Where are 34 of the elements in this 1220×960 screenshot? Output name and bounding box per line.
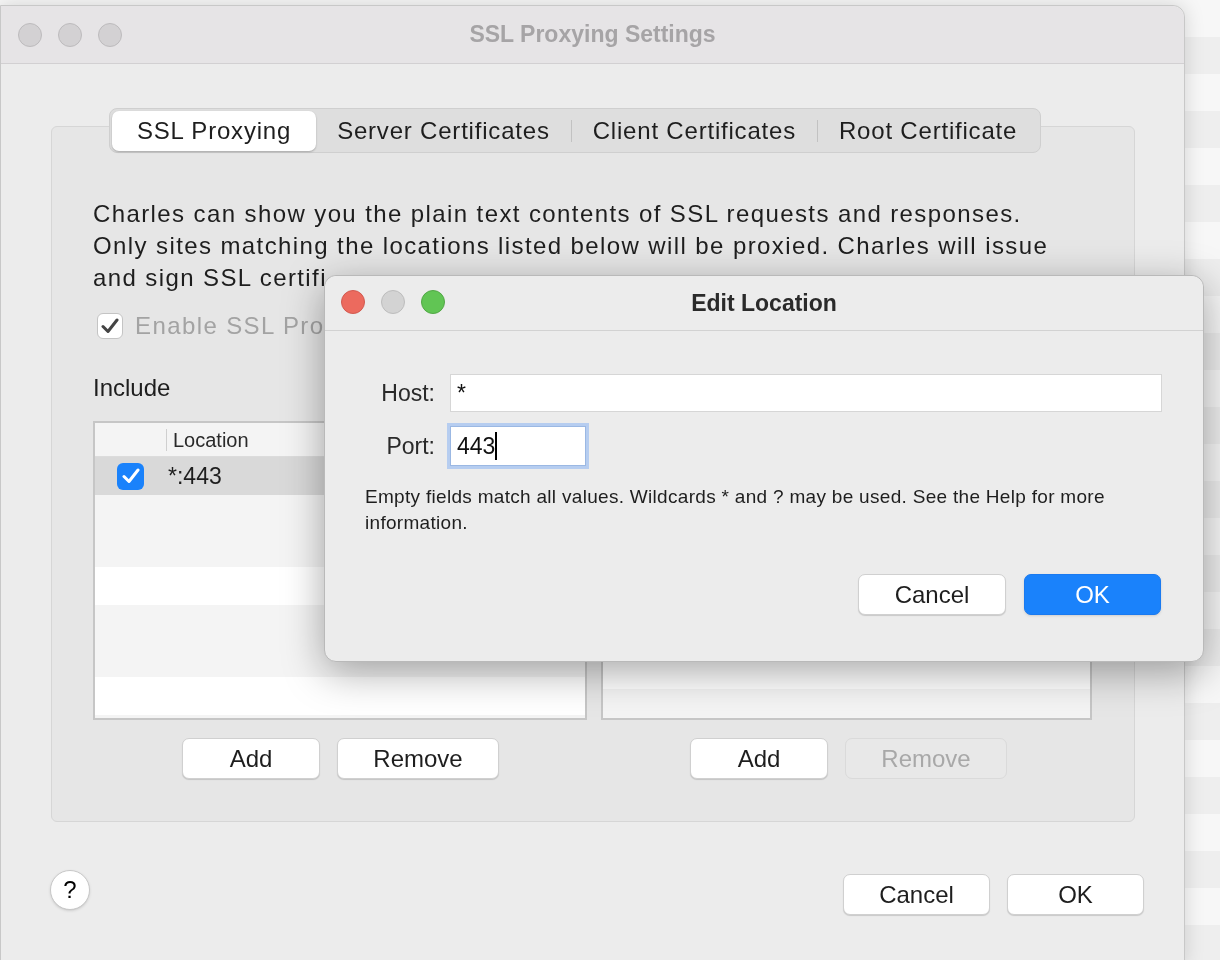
input-field[interactable]: *: [450, 374, 1162, 412]
help-button[interactable]: ?: [50, 870, 90, 910]
checkmark-icon: [121, 468, 140, 484]
input-field[interactable]: 443: [450, 426, 586, 466]
column-header[interactable]: Location: [173, 424, 249, 455]
dialog-button[interactable]: Add: [182, 738, 320, 779]
dialog-button[interactable]: Cancel: [843, 874, 990, 915]
zoom-button[interactable]: [98, 23, 122, 47]
tab[interactable]: Root Certificate: [818, 110, 1039, 151]
close-button[interactable]: [18, 23, 42, 47]
dialog-button[interactable]: OK: [1024, 574, 1161, 615]
checkmark-icon: [101, 318, 119, 334]
window-title: SSL Proxying Settings: [469, 20, 716, 50]
zoom-button[interactable]: [421, 290, 445, 314]
include-title: Include: [93, 373, 171, 403]
row-checkbox[interactable]: [117, 462, 144, 490]
table-cell-text: *:443: [168, 461, 222, 491]
field-label: Host:: [380, 378, 435, 408]
description-line: Charles can show you the plain text contents of SSL requests and responses.: [93, 199, 1022, 229]
description-line: Only sites matching the locations listed below will be proxied. Charles will issue: [93, 231, 1049, 261]
close-button[interactable]: [341, 290, 365, 314]
hint-text: Empty fields match all values. Wildcards * and ? may be used. See the Help for more information.: [365, 485, 1106, 535]
dialog-button[interactable]: Cancel: [858, 574, 1006, 615]
description-line: and sign SSL certifi: [93, 263, 327, 293]
dialog-title: Edit Location: [691, 288, 837, 318]
minimize-button[interactable]: [58, 23, 82, 47]
tab[interactable]: SSL Proxying: [112, 110, 317, 151]
field-label: Port:: [385, 431, 435, 461]
dialog-button[interactable]: Remove: [337, 738, 499, 779]
dialog-button[interactable]: Add: [690, 738, 828, 779]
dialog-button[interactable]: OK: [1007, 874, 1144, 915]
tab[interactable]: Server Certificates: [316, 110, 571, 151]
tab[interactable]: Client Certificates: [571, 110, 817, 151]
enable-label: Enable SSL Pro: [135, 311, 325, 341]
